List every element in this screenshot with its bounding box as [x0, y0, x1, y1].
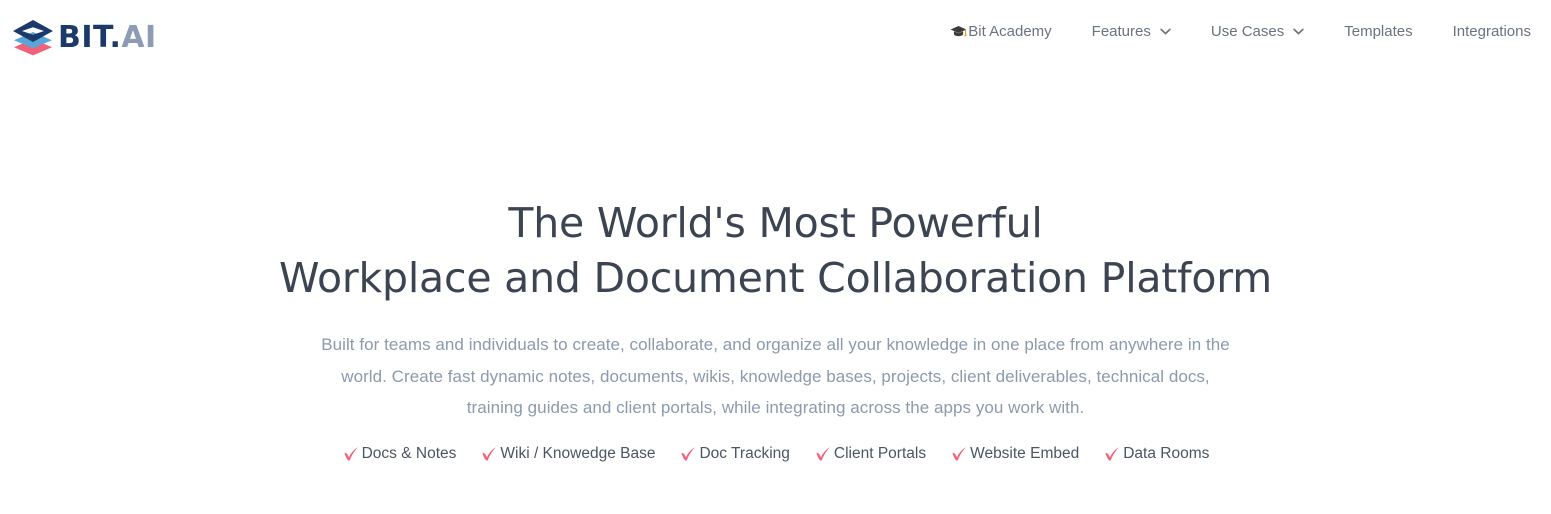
brand-wordmark: BIT.AI — [58, 23, 157, 53]
list-item: Doc Tracking — [667, 445, 801, 464]
brand-word-ai: AI — [121, 20, 157, 55]
nav-item-features[interactable]: Features — [1072, 24, 1191, 39]
nav-item-use-cases[interactable]: Use Cases — [1191, 24, 1324, 39]
page-title: The World's Most Powerful Workplace and … — [0, 196, 1551, 306]
nav-label: Integrations — [1452, 23, 1531, 40]
page-root: BIT.AI Bit Academy Features Use Cases Te… — [0, 0, 1551, 514]
nav-item-templates[interactable]: Templates — [1324, 24, 1432, 39]
nav-label: Features — [1091, 23, 1151, 40]
list-item: Client Portals — [802, 445, 938, 464]
chevron-down-icon — [1293, 28, 1304, 35]
nav-label: Bit Academy — [968, 23, 1052, 40]
brand-logo-link[interactable]: BIT.AI — [12, 16, 157, 60]
feature-label: Doc Tracking — [699, 445, 790, 463]
hero-title-line-2: Workplace and Document Collaboration Pla… — [279, 254, 1272, 302]
bit-diamond-stack-logo-icon — [13, 20, 53, 56]
feature-label: Website Embed — [970, 445, 1080, 463]
hero-feature-list: Docs & Notes Wiki / Knowedge Base Doc Tr… — [0, 445, 1551, 464]
nav-item-integrations[interactable]: Integrations — [1433, 24, 1541, 39]
nav-label: Templates — [1344, 23, 1413, 40]
site-header: BIT.AI Bit Academy Features Use Cases Te… — [0, 0, 1551, 74]
list-item: Data Rooms — [1091, 445, 1221, 464]
check-icon — [344, 446, 358, 461]
check-icon — [816, 446, 831, 461]
feature-label: Data Rooms — [1123, 445, 1210, 463]
graduation-cap-icon — [950, 25, 967, 37]
list-item: Website Embed — [938, 445, 1091, 464]
hero-title-line-1: The World's Most Powerful — [508, 199, 1043, 247]
check-icon — [952, 446, 967, 461]
nav-item-bit-academy[interactable]: Bit Academy — [930, 24, 1071, 39]
list-item: Wiki / Knowedge Base — [468, 445, 667, 464]
check-icon — [1105, 446, 1120, 461]
primary-navigation: Bit Academy Features Use Cases Templates… — [930, 24, 1541, 39]
chevron-down-icon — [1160, 28, 1171, 35]
hero-section: The World's Most Powerful Workplace and … — [0, 196, 1551, 464]
check-icon — [681, 446, 696, 461]
brand-word-dot: . — [109, 20, 122, 55]
brand-word-bit: BIT — [58, 20, 110, 55]
feature-label: Client Portals — [833, 445, 927, 463]
check-icon — [482, 446, 497, 461]
feature-label: Docs & Notes — [361, 445, 457, 463]
hero-subtitle: Built for teams and individuals to creat… — [321, 335, 1230, 417]
nav-label: Use Cases — [1210, 23, 1285, 40]
list-item: Docs & Notes — [330, 445, 469, 464]
feature-label: Wiki / Knowedge Base — [500, 445, 656, 463]
